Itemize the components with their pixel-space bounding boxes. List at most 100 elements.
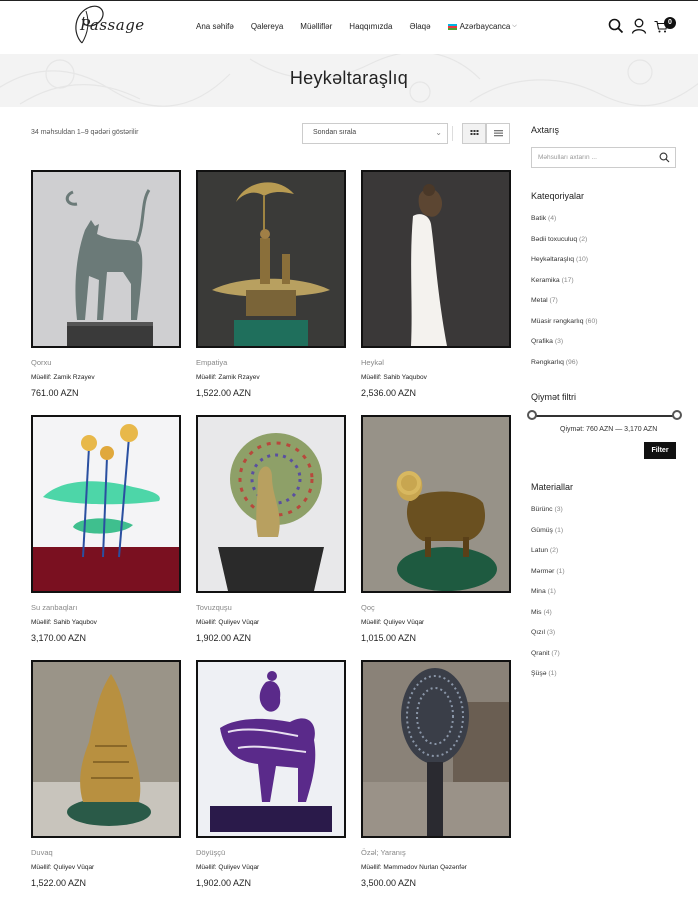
material-item[interactable]: Mərmər (1) — [531, 568, 565, 589]
toolbar-divider — [452, 126, 453, 141]
product-card[interactable]: Qoç Müəllif: Quliyev Vüqar 1,015.00 AZN — [361, 415, 511, 643]
material-count: (1) — [554, 526, 564, 534]
product-card[interactable]: Özəl; Yaranış Müəllif: Məmmədov Nurlan Q… — [361, 660, 511, 888]
product-price: 3,170.00 AZN — [31, 633, 87, 643]
category-count: (96) — [565, 358, 578, 366]
product-image[interactable] — [361, 660, 511, 838]
product-category[interactable]: Heykəl — [361, 358, 384, 367]
material-name[interactable]: Qızıl — [531, 629, 545, 636]
warrior-horse-sculpture-image — [198, 662, 344, 836]
product-author: Müəllif: Quliyev Vüqar — [31, 864, 95, 871]
material-item[interactable]: Şüşə (1) — [531, 670, 565, 691]
product-category[interactable]: Su zanbaqları — [31, 603, 77, 612]
material-name[interactable]: Bürünc — [531, 506, 553, 513]
material-count: (7) — [551, 649, 560, 657]
product-card[interactable]: Qorxu Müəllif: Zamik Rzayev 761.00 AZN — [31, 170, 181, 398]
materials-list: Bürünc (3) Gümüş (1) Latun (2) Mərmər (1… — [531, 506, 565, 691]
material-name[interactable]: Mis — [531, 609, 542, 616]
material-item[interactable]: Qızıl (3) — [531, 629, 565, 650]
product-image[interactable] — [196, 415, 346, 593]
list-view-button[interactable] — [486, 123, 510, 144]
nav-contact[interactable]: Əlaqə — [409, 22, 430, 31]
category-name[interactable]: Müasir rəngkarlıq — [531, 318, 584, 325]
product-category[interactable]: Empatiya — [196, 358, 227, 367]
category-item[interactable]: Keramika (17) — [531, 277, 598, 298]
category-item[interactable]: Metal (7) — [531, 297, 598, 318]
product-image[interactable] — [361, 170, 511, 348]
material-name[interactable]: Latun — [531, 547, 548, 554]
nav-authors[interactable]: Müəlliflər — [300, 22, 332, 31]
grid-view-button[interactable] — [462, 123, 486, 144]
price-slider-min-handle[interactable] — [527, 410, 537, 420]
category-name[interactable]: Batik — [531, 215, 546, 222]
product-image[interactable] — [361, 415, 511, 593]
product-image[interactable] — [196, 170, 346, 348]
category-name[interactable]: Qrafika — [531, 338, 553, 345]
price-slider-track[interactable] — [532, 415, 677, 417]
product-image[interactable] — [31, 170, 181, 348]
category-item[interactable]: Qrafika (3) — [531, 338, 598, 359]
language-switcher[interactable]: Azərbaycanca ⌵ — [447, 22, 517, 31]
material-item[interactable]: Bürünc (3) — [531, 506, 565, 527]
product-card[interactable]: Su zanbaqları Müəllif: Sahib Yaqubov 3,1… — [31, 415, 181, 643]
product-author: Müəllif: Məmmədov Nurlan Qəzənfər — [361, 864, 467, 871]
category-item[interactable]: Rəngkarlıq (96) — [531, 359, 598, 380]
category-item[interactable]: Müasir rəngkarlıq (60) — [531, 318, 598, 339]
category-name[interactable]: Keramika — [531, 277, 560, 284]
category-item[interactable]: Batik (4) — [531, 215, 598, 236]
nav-home[interactable]: Ana səhifə — [196, 22, 234, 31]
product-image[interactable] — [31, 415, 181, 593]
site-logo[interactable]: Passage — [68, 3, 144, 49]
category-item[interactable]: Heykəltaraşlıq (10) — [531, 256, 598, 277]
search-input[interactable]: Məhsulları axtarın ... — [531, 147, 676, 168]
user-icon[interactable] — [631, 18, 647, 34]
product-category[interactable]: Tovuzquşu — [196, 603, 232, 612]
category-count: (3) — [554, 338, 564, 345]
product-category[interactable]: Döyüşçü — [196, 848, 225, 857]
product-image[interactable] — [196, 660, 346, 838]
filter-button[interactable]: Filter — [644, 442, 676, 459]
egg-sculpture-image — [363, 662, 509, 836]
site-header: Passage Ana səhifə Qalereya Müəlliflər H… — [0, 1, 698, 54]
category-item[interactable]: Bədii toxuculuq (2) — [531, 236, 598, 257]
material-item[interactable]: Gümüş (1) — [531, 527, 565, 548]
sort-select[interactable]: Sondan sırala ⌄ — [302, 123, 448, 144]
material-name[interactable]: Mərmər — [531, 568, 554, 575]
water-lilies-sculpture-image — [33, 417, 179, 591]
product-card[interactable]: Duvaq Müəllif: Quliyev Vüqar 1,522.00 AZ… — [31, 660, 181, 888]
product-author: Müəllif: Sahib Yaqubov — [361, 374, 427, 381]
material-name[interactable]: Şüşə — [531, 670, 547, 677]
product-card[interactable]: Empatiya Müəllif: Zamik Rzayev 1,522.00 … — [196, 170, 346, 398]
chevron-down-icon: ⌵ — [512, 23, 517, 29]
category-name[interactable]: Metal — [531, 297, 548, 304]
cat-sculpture-image — [33, 172, 179, 346]
material-count: (1) — [548, 670, 557, 677]
material-name[interactable]: Gümüş — [531, 527, 553, 534]
product-card[interactable]: Tovuzquşu Müəllif: Quliyev Vüqar 1,902.0… — [196, 415, 346, 643]
product-category[interactable]: Qorxu — [31, 358, 51, 367]
material-name[interactable]: Mina — [531, 588, 546, 595]
category-name[interactable]: Rəngkarlıq — [531, 359, 564, 366]
product-card[interactable]: Heykəl Müəllif: Sahib Yaqubov 2,536.00 A… — [361, 170, 511, 398]
material-item[interactable]: Mis (4) — [531, 609, 565, 630]
product-image[interactable] — [31, 660, 181, 838]
material-count: (2) — [549, 547, 559, 554]
price-slider-max-handle[interactable] — [672, 410, 682, 420]
material-item[interactable]: Mina (1) — [531, 588, 565, 609]
peacock-sculpture-image — [198, 417, 344, 591]
material-name[interactable]: Qranit — [531, 650, 550, 657]
nav-about[interactable]: Haqqımızda — [349, 22, 392, 31]
page-title-band: Heykəltaraşlıq — [0, 54, 698, 107]
product-price: 1,902.00 AZN — [196, 633, 252, 643]
product-category[interactable]: Özəl; Yaranış — [361, 848, 406, 857]
category-name[interactable]: Heykəltaraşlıq — [531, 256, 574, 263]
product-card[interactable]: Döyüşçü Müəllif: Quliyev Vüqar 1,902.00 … — [196, 660, 346, 888]
product-category[interactable]: Duvaq — [31, 848, 53, 857]
search-icon[interactable] — [608, 18, 624, 34]
nav-gallery[interactable]: Qalereya — [251, 22, 283, 31]
product-category[interactable]: Qoç — [361, 603, 375, 612]
search-icon[interactable] — [659, 152, 670, 163]
category-name[interactable]: Bədii toxuculuq — [531, 236, 577, 243]
material-item[interactable]: Latun (2) — [531, 547, 565, 568]
material-item[interactable]: Qranit (7) — [531, 650, 565, 671]
